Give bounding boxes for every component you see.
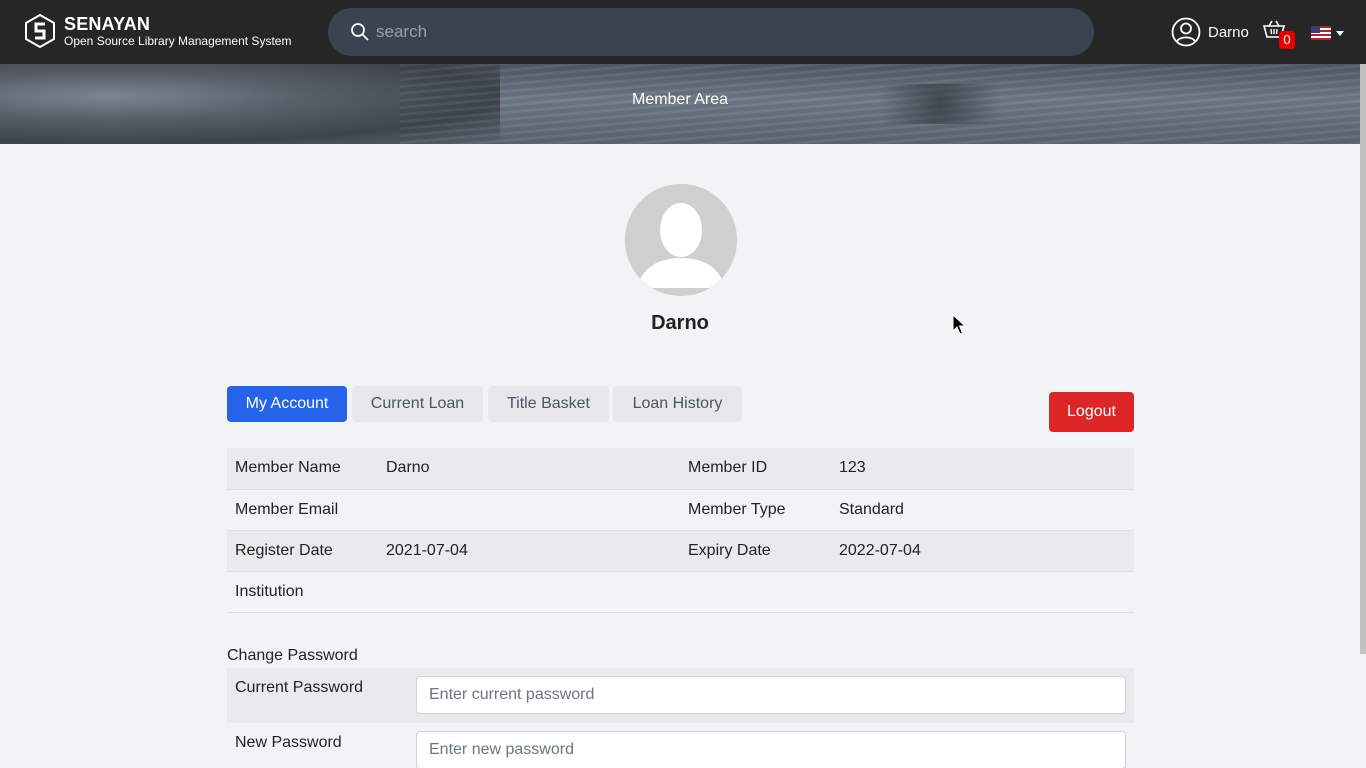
brand[interactable]: SENAYAN Open Source Library Management S…	[24, 14, 291, 48]
top-navbar: SENAYAN Open Source Library Management S…	[0, 0, 1366, 64]
logout-button[interactable]: Logout	[1049, 392, 1134, 432]
change-password-title: Change Password	[227, 647, 358, 664]
member-email-label: Member Email	[227, 489, 378, 531]
member-info-table: Member Name Darno Member ID 123 Member E…	[227, 448, 1134, 613]
new-password-input[interactable]	[416, 731, 1126, 768]
tab-my-account[interactable]: My Account	[227, 386, 347, 422]
mouse-cursor-icon	[952, 314, 966, 335]
search-bar	[328, 8, 1094, 56]
current-password-input[interactable]	[416, 676, 1126, 714]
table-row: Institution	[227, 571, 1134, 613]
avatar	[625, 184, 737, 296]
user-name: Darno	[1208, 23, 1249, 41]
page-scrollbar[interactable]	[1360, 64, 1366, 654]
member-name-value: Darno	[378, 448, 680, 490]
avatar-placeholder-icon	[625, 184, 737, 296]
cart-count-badge: 0	[1279, 31, 1295, 49]
table-row: Member Name Darno Member ID 123	[227, 448, 1134, 490]
member-id-value: 123	[831, 448, 1134, 490]
new-password-row: New Password	[227, 723, 1134, 768]
table-row: Member Email Member Type Standard	[227, 489, 1134, 531]
expiry-date-value: 2022-07-04	[831, 530, 1134, 572]
institution-label: Institution	[227, 571, 378, 613]
institution-value	[378, 571, 680, 613]
language-selector[interactable]	[1311, 26, 1344, 40]
empty-value	[831, 571, 1134, 613]
new-password-label: New Password	[235, 734, 342, 751]
current-password-row: Current Password	[227, 668, 1134, 723]
brand-title: SENAYAN	[64, 13, 151, 34]
brand-subtitle: Open Source Library Management System	[64, 33, 292, 48]
cart-button[interactable]: 0	[1262, 20, 1299, 52]
page-title: Member Area	[631, 91, 729, 108]
table-row: Register Date 2021-07-04 Expiry Date 202…	[227, 530, 1134, 572]
member-name-label: Member Name	[227, 448, 378, 490]
register-date-label: Register Date	[227, 530, 378, 572]
us-flag-icon	[1311, 26, 1331, 40]
user-icon	[1171, 17, 1201, 47]
register-date-value: 2021-07-04	[378, 530, 680, 572]
tab-title-basket[interactable]: Title Basket	[488, 386, 609, 422]
member-type-label: Member Type	[680, 489, 831, 531]
user-menu[interactable]: Darno	[1171, 17, 1249, 47]
member-area-banner: Member Area	[0, 64, 1366, 144]
profile-name: Darno	[651, 312, 709, 334]
member-id-label: Member ID	[680, 448, 831, 490]
empty-label	[680, 571, 831, 613]
logo-icon	[25, 14, 55, 48]
tab-loan-history[interactable]: Loan History	[613, 386, 742, 422]
tab-current-loan[interactable]: Current Loan	[352, 386, 483, 422]
current-password-label: Current Password	[235, 679, 364, 696]
caret-down-icon	[1336, 30, 1344, 36]
expiry-date-label: Expiry Date	[680, 530, 831, 572]
search-icon	[351, 23, 369, 41]
member-type-value: Standard	[831, 489, 1134, 531]
member-email-value	[378, 489, 680, 531]
search-input[interactable]	[376, 8, 1076, 56]
